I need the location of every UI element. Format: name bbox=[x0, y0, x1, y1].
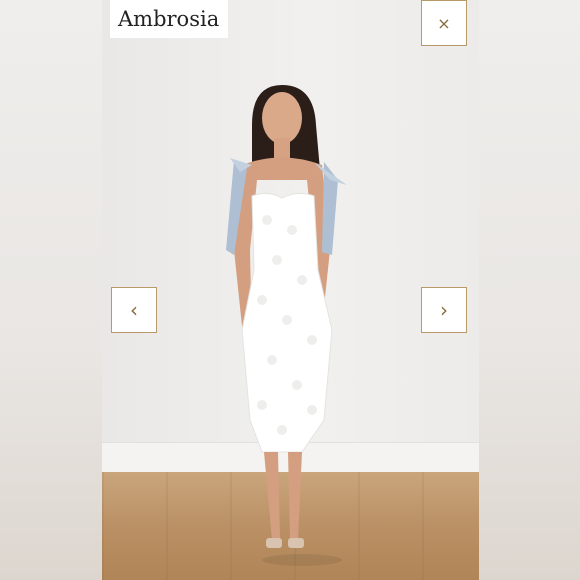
previous-image-button[interactable]: ‹ bbox=[111, 287, 157, 333]
close-button[interactable]: × bbox=[421, 0, 467, 46]
left-backdrop bbox=[0, 0, 102, 580]
chevron-right-icon: › bbox=[440, 298, 448, 322]
chevron-left-icon: ‹ bbox=[130, 298, 138, 322]
next-image-button[interactable]: › bbox=[421, 287, 467, 333]
product-title: Ambrosia bbox=[110, 0, 228, 38]
close-icon: × bbox=[437, 13, 451, 33]
right-backdrop bbox=[479, 0, 580, 580]
